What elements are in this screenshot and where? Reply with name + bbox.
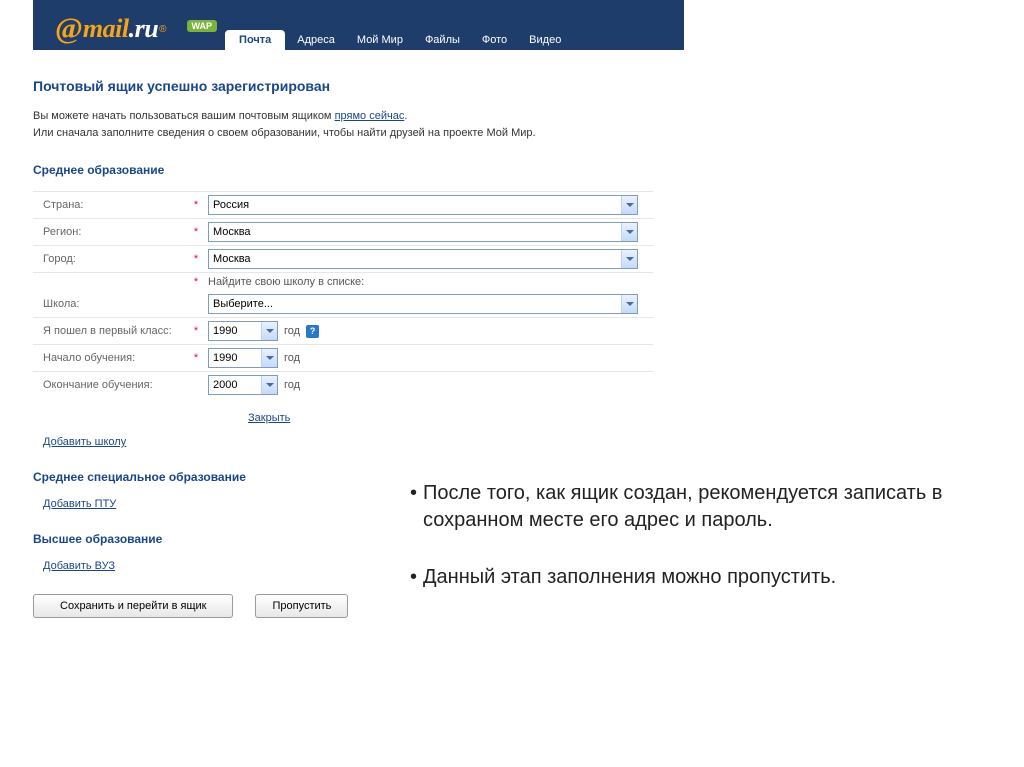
required-star: * (188, 345, 204, 372)
chevron-down-icon (261, 376, 277, 394)
tab-video[interactable]: Видео (519, 30, 571, 50)
logo-registered-icon: ® (159, 24, 166, 35)
end-study-label: Окончание обучения: (33, 372, 188, 399)
year-suffix: год (284, 379, 300, 391)
tab-mail[interactable]: Почта (225, 30, 285, 50)
wap-badge[interactable]: WAP (187, 20, 218, 32)
school-find-note: Найдите свою школу в списке: (204, 273, 653, 292)
intro-text: Вы можете начать пользоваться вашим почт… (33, 108, 660, 141)
country-label: Страна: (33, 192, 188, 219)
required-star: * (188, 192, 204, 219)
close-link[interactable]: Закрыть (248, 412, 290, 424)
chevron-down-icon (621, 295, 637, 313)
logo[interactable]: @ mail.ru ® (55, 12, 167, 46)
skip-button[interactable]: Пропустить (255, 594, 348, 618)
chevron-down-icon (621, 196, 637, 214)
bullet-icon: • (410, 564, 417, 591)
city-label: Город: (33, 246, 188, 273)
nav-tabs: Почта Адреса Мой Мир Файлы Фото Видео (225, 0, 573, 50)
add-school-link[interactable]: Добавить школу (43, 436, 126, 448)
page-title: Почтовый ящик успешно зарегистрирован (33, 78, 660, 94)
save-and-go-button[interactable]: Сохранить и перейти в ящик (33, 594, 233, 618)
required-star: * (188, 318, 204, 345)
logo-at-icon: @ (55, 12, 83, 46)
tab-files[interactable]: Файлы (415, 30, 470, 50)
first-grade-label: Я пошел в первый класс: (33, 318, 188, 345)
add-ptu-link[interactable]: Добавить ПТУ (43, 498, 116, 510)
help-icon[interactable]: ? (306, 325, 319, 338)
add-vuz-link[interactable]: Добавить ВУЗ (43, 560, 115, 572)
start-study-label: Начало обучения: (33, 345, 188, 372)
school-select[interactable]: Выберите... (208, 294, 638, 314)
required-star: * (188, 273, 204, 292)
header: @ mail.ru ® WAP Почта Адреса Мой Мир Фай… (33, 0, 684, 50)
tab-addresses[interactable]: Адреса (287, 30, 345, 50)
chevron-down-icon (621, 223, 637, 241)
education-form: Страна: * Россия Регион: * Москва Город:… (33, 191, 653, 398)
slide-annotation: • После того, как ящик создан, рекоменду… (410, 480, 970, 621)
end-year-select[interactable]: 2000 (208, 375, 278, 395)
first-grade-year-select[interactable]: 1990 (208, 321, 278, 341)
tab-my-world[interactable]: Мой Мир (347, 30, 413, 50)
school-label: Школа: (33, 291, 188, 318)
logo-text: mail.ru (83, 14, 158, 44)
country-select[interactable]: Россия (208, 195, 638, 215)
year-suffix: год (284, 352, 300, 364)
year-suffix: год (284, 325, 300, 337)
chevron-down-icon (621, 250, 637, 268)
section-secondary-education: Среднее образование (33, 163, 660, 177)
required-star: * (188, 219, 204, 246)
bullet-icon: • (410, 480, 417, 534)
region-select[interactable]: Москва (208, 222, 638, 242)
region-label: Регион: (33, 219, 188, 246)
city-select[interactable]: Москва (208, 249, 638, 269)
start-now-link[interactable]: прямо сейчас (335, 110, 405, 122)
chevron-down-icon (261, 322, 277, 340)
start-year-select[interactable]: 1990 (208, 348, 278, 368)
tab-photo[interactable]: Фото (472, 30, 517, 50)
required-star: * (188, 246, 204, 273)
chevron-down-icon (261, 349, 277, 367)
